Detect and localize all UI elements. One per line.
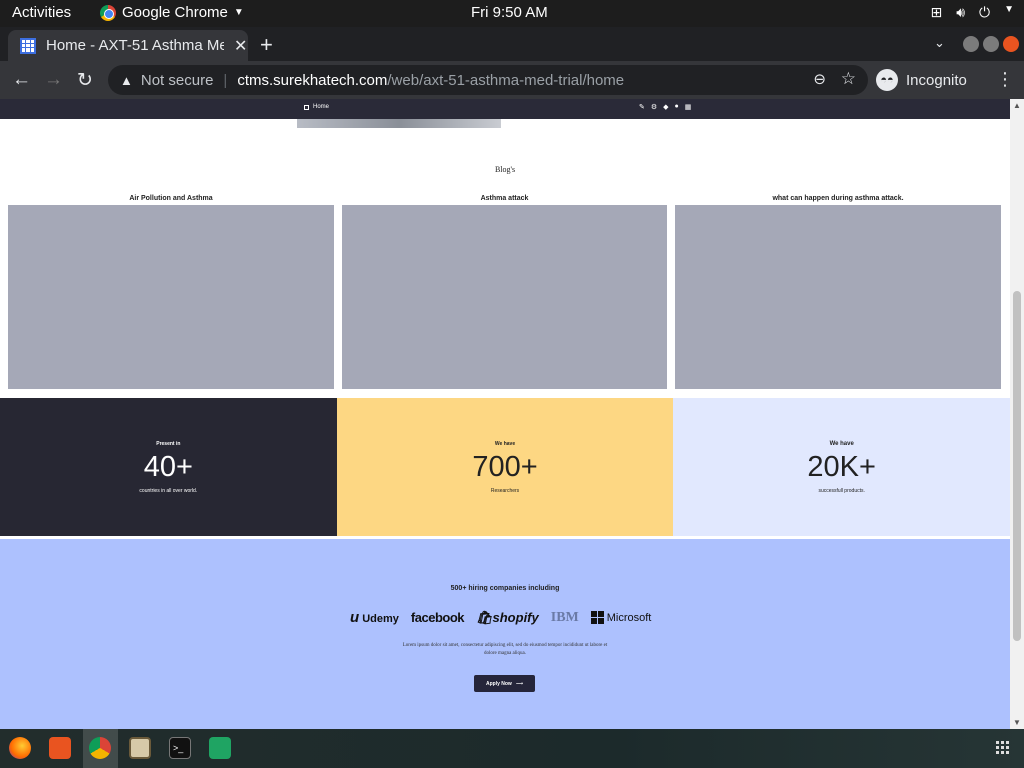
page-icon [304,104,309,110]
editbar-tools: ✎ ⚙ ◆ ● ▦ [639,103,691,111]
tab-home[interactable]: Home - AXT-51 Asthma Med Trial ✕ [8,30,248,61]
stat-countries: Present in 40+ countries in all over wor… [0,398,337,536]
apply-now-button[interactable]: Apply Now ⟶ [474,675,535,692]
chrome-dock-icon[interactable] [89,737,111,759]
page-scrollbar[interactable]: ▲ ▼ [1010,99,1024,729]
site-favicon-icon [20,37,36,54]
apps-grid-icon[interactable]: ▦ [685,103,692,111]
incognito-badge[interactable]: ◓◓ Incognito [876,65,967,95]
facebook-logo: facebook [410,610,465,625]
arrow-right-icon: ⟶ [515,680,523,687]
blog-card[interactable]: Air Pollution and Asthma [8,195,334,389]
hero-image [297,119,501,128]
bookmark-star-icon[interactable]: ☆ [841,69,856,89]
power-icon[interactable]: ⏻ [979,4,990,21]
settings-gear-icon[interactable]: ⚙ [651,103,657,111]
stat-number: 700+ [472,450,538,483]
blog-card-image[interactable] [675,205,1001,389]
scroll-up-icon[interactable]: ▲ [1013,101,1021,110]
stat-products: We have 20K+ successfull products. [673,398,1010,536]
chrome-icon [100,4,116,21]
minimize-button[interactable] [963,36,979,52]
security-label[interactable]: Not secure [141,72,214,89]
blog-card-image[interactable] [342,205,667,389]
editbar-home-label: Home [313,104,330,110]
show-apps-icon[interactable] [996,741,1009,754]
scroll-down-icon[interactable]: ▼ [1013,718,1021,727]
apply-now-label: Apply Now [485,680,512,687]
forward-icon[interactable]: → [44,69,63,91]
warning-icon[interactable]: ▲ [120,73,133,88]
chevron-down-icon: ▼ [233,7,244,18]
ibm-logo: IBM [550,609,579,625]
app-menu[interactable]: Google Chrome ▼ [100,4,244,21]
scrollbar-thumb[interactable] [1013,291,1021,641]
url-path[interactable]: /web/axt-51-asthma-med-trial/home [387,72,624,89]
stat-post: successfull products. [818,487,865,494]
stats-section: Present in 40+ countries in all over wor… [0,398,1010,536]
blog-card-title[interactable]: Air Pollution and Asthma [8,195,334,205]
dot-icon[interactable]: ◆ [663,103,668,111]
stat-pre: We have [829,440,854,447]
blog-card[interactable]: Asthma attack [342,195,667,389]
clock[interactable]: Fri 9:50 AM [471,4,548,21]
stat-pre: Present in [156,440,181,447]
close-window-button[interactable] [1003,36,1019,52]
blogs-heading: Blog's [494,165,516,174]
stat-number: 20K+ [807,450,876,483]
cms-edit-bar: Home ✎ ⚙ ◆ ● ▦ [0,99,1010,119]
company-logos: u Udemy facebook 🛍︎shopify IBM Microsoft [350,609,651,626]
terminal-icon[interactable]: >_ [169,737,191,759]
editbar-home[interactable]: Home [304,104,329,110]
volume-icon[interactable]: 🔊︎ [956,4,965,21]
blog-card-image[interactable] [8,205,334,389]
system-top-bar: Activities Google Chrome ▼ Fri 9:50 AM ⊞… [0,0,1024,27]
stat-post: countries in all over world. [139,487,198,494]
app-name: Google Chrome [122,4,228,21]
close-tab-icon[interactable]: ✕ [234,36,247,56]
system-tray[interactable]: ⊞ 🔊︎ ⏻ ▼ [930,4,1014,21]
tab-strip: Home - AXT-51 Asthma Med Trial ✕ + ⌄ [0,27,1024,61]
software-center-icon[interactable] [49,737,71,759]
blog-card-title[interactable]: what can happen during asthma attack. [675,195,1001,205]
blog-card-title[interactable]: Asthma attack [342,195,667,205]
edit-pencil-icon[interactable]: ✎ [639,103,645,111]
files-icon[interactable] [129,737,151,759]
zoom-icon[interactable]: ⊖ [813,70,826,88]
back-icon[interactable]: ← [12,69,31,91]
blog-card[interactable]: what can happen during asthma attack. [675,195,1001,389]
stat-researchers: We have 700+ Researchers [336,398,674,536]
firefox-icon[interactable] [9,737,31,759]
taskbar-dock: >_ [0,729,1024,768]
microsoft-logo: Microsoft [590,611,651,624]
stat-post: Researchers [490,487,520,494]
info-icon[interactable]: ● [675,103,679,111]
network-icon[interactable]: ⊞ [930,4,942,21]
reload-icon[interactable]: ↻ [77,69,93,92]
divider: | [223,71,228,89]
stat-number: 40+ [143,450,193,483]
browser-toolbar: ← → ↻ ▲ Not secure | ctms.surekhatech.co… [0,61,1024,99]
shopify-logo: 🛍︎shopify [476,609,539,625]
page-viewport: Home ✎ ⚙ ◆ ● ▦ Blog's Air Pollution and … [0,99,1010,729]
hiring-description: Lorem ipsum dolor sit amet, consectetur … [402,643,608,656]
activities-button[interactable]: Activities [12,4,71,21]
maximize-button[interactable] [983,36,999,52]
tab-search-icon[interactable]: ⌄ [934,35,945,51]
incognito-label: Incognito [906,71,967,89]
tab-title: Home - AXT-51 Asthma Med Trial [46,37,224,54]
chat-icon[interactable] [209,737,231,759]
incognito-icon: ◓◓ [876,69,898,91]
udemy-logo: u Udemy [350,609,399,626]
chevron-down-icon[interactable]: ▼ [1004,4,1014,21]
address-bar[interactable]: ▲ Not secure | ctms.surekhatech.com/web/… [108,65,868,95]
hiring-title: 500+ hiring companies including [450,585,560,592]
hiring-section: 500+ hiring companies including u Udemy … [0,539,1010,729]
more-menu-icon[interactable]: ⋮ [996,69,1014,90]
new-tab-button[interactable]: + [260,32,273,58]
url-host[interactable]: ctms.surekhatech.com [237,72,387,89]
stat-pre: We have [494,440,516,447]
